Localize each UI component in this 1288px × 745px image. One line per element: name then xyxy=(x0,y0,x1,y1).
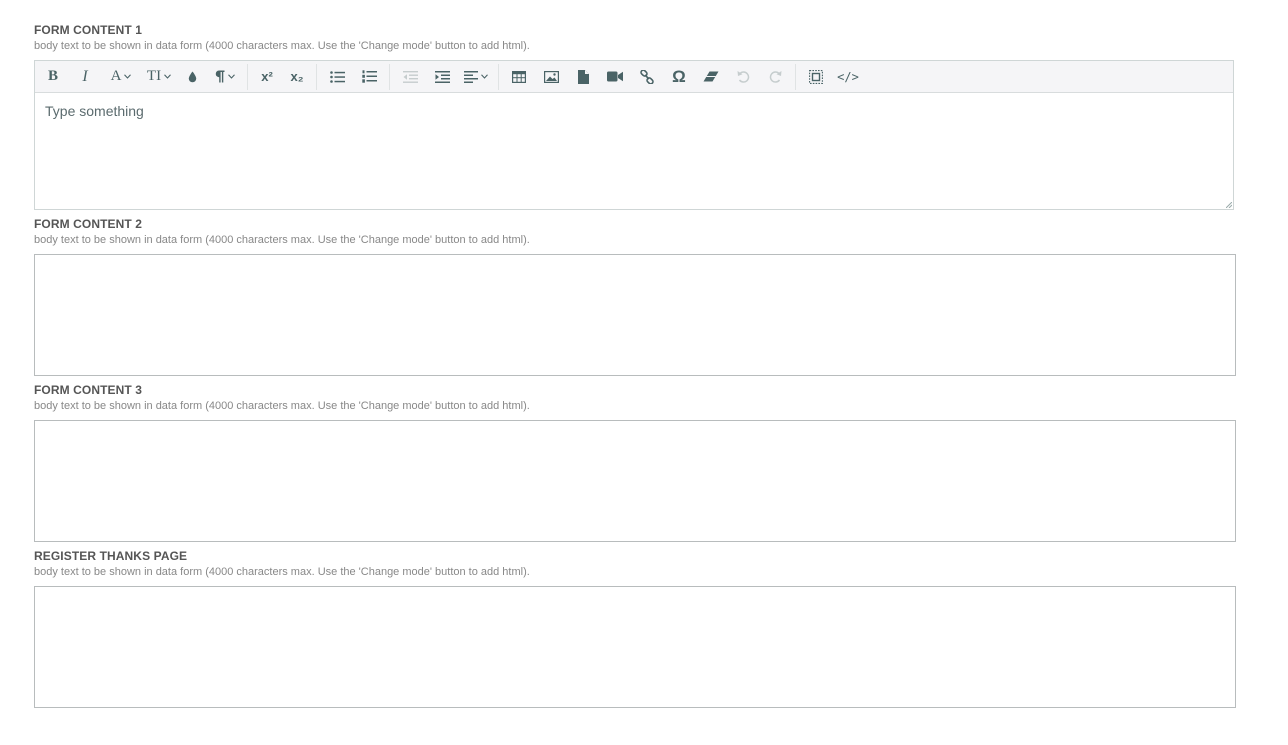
form-content-3-header: FORM CONTENT 3 body text to be shown in … xyxy=(34,383,530,413)
bold-button[interactable]: B xyxy=(37,63,69,91)
text-color-button[interactable] xyxy=(177,63,207,91)
form-content-2-header: FORM CONTENT 2 body text to be shown in … xyxy=(34,217,530,247)
insert-video-button[interactable] xyxy=(599,63,631,91)
font-size-button[interactable]: TI xyxy=(141,63,177,91)
file-icon xyxy=(577,69,589,84)
register-thanks-page-textarea[interactable] xyxy=(34,586,1236,708)
field-label: REGISTER THANKS PAGE xyxy=(34,549,188,563)
field-label: FORM CONTENT 2 xyxy=(34,217,143,231)
field-help-text: body text to be shown in data form (4000… xyxy=(34,566,530,578)
italic-button[interactable]: I xyxy=(69,63,101,91)
form-content-3-textarea[interactable] xyxy=(34,420,1236,542)
subscript-button[interactable]: x₂ xyxy=(282,63,312,91)
form-content-2-textarea[interactable] xyxy=(34,254,1236,376)
font-family-icon: A xyxy=(110,68,122,84)
redo-icon xyxy=(769,71,781,83)
unordered-list-button[interactable] xyxy=(321,63,353,91)
bold-icon: B xyxy=(47,68,58,84)
chevron-down-icon xyxy=(124,74,132,79)
field-help-text: body text to be shown in data form (4000… xyxy=(34,40,530,52)
form-content-1-header: FORM CONTENT 1 body text to be shown in … xyxy=(34,23,530,53)
field-help-text: body text to be shown in data form (4000… xyxy=(34,234,530,246)
paragraph-style-button[interactable] xyxy=(207,63,243,91)
outdent-button[interactable] xyxy=(394,63,426,91)
chevron-down-icon xyxy=(164,74,171,79)
indent-button[interactable] xyxy=(426,63,458,91)
align-left-icon xyxy=(464,70,478,83)
toolbar-separator xyxy=(498,63,499,90)
resize-handle-icon[interactable] xyxy=(1226,202,1232,208)
code-icon: </> xyxy=(837,69,859,84)
special-characters-button[interactable]: Ω xyxy=(663,63,695,91)
editor-content-area[interactable]: Type something xyxy=(35,93,1233,207)
editor-placeholder: Type something xyxy=(45,103,144,119)
rich-text-editor: B I A TI x² x₂ Ω </> Type something xyxy=(34,60,1234,210)
font-size-icon: TI xyxy=(146,68,162,84)
image-icon xyxy=(543,70,559,83)
register-thanks-page-header: REGISTER THANKS PAGE body text to be sho… xyxy=(34,549,530,579)
table-icon xyxy=(512,70,526,83)
editor-toolbar: B I A TI x² x₂ Ω </> xyxy=(35,61,1233,93)
color-drop-icon xyxy=(188,71,196,82)
undo-icon xyxy=(737,71,749,83)
indent-icon xyxy=(434,70,450,83)
bullet-list-icon xyxy=(329,70,345,83)
numbered-list-icon xyxy=(361,70,377,83)
toolbar-separator xyxy=(247,63,248,90)
video-camera-icon xyxy=(607,71,623,82)
paragraph-icon xyxy=(215,70,225,83)
omega-icon: Ω xyxy=(672,66,686,86)
field-label: FORM CONTENT 1 xyxy=(34,23,143,37)
insert-table-button[interactable] xyxy=(503,63,535,91)
font-family-button[interactable]: A xyxy=(101,63,141,91)
clear-formatting-button[interactable] xyxy=(695,63,727,91)
subscript-icon: x₂ xyxy=(290,69,304,84)
field-label: FORM CONTENT 3 xyxy=(34,383,143,397)
superscript-icon: x² xyxy=(261,69,273,84)
undo-button[interactable] xyxy=(727,63,759,91)
insert-link-button[interactable] xyxy=(631,63,663,91)
align-button[interactable] xyxy=(458,63,494,91)
insert-file-button[interactable] xyxy=(567,63,599,91)
ordered-list-button[interactable] xyxy=(353,63,385,91)
toolbar-separator xyxy=(389,63,390,90)
insert-image-button[interactable] xyxy=(535,63,567,91)
redo-button[interactable] xyxy=(759,63,791,91)
italic-icon: I xyxy=(82,67,88,85)
chevron-down-icon xyxy=(481,74,488,79)
chevron-down-icon xyxy=(228,74,235,79)
link-icon xyxy=(640,69,654,84)
code-view-button[interactable]: </> xyxy=(832,63,864,91)
superscript-button[interactable]: x² xyxy=(252,63,282,91)
outdent-icon xyxy=(402,70,418,83)
field-help-text: body text to be shown in data form (4000… xyxy=(34,400,530,412)
toolbar-separator xyxy=(316,63,317,90)
fullscreen-icon xyxy=(809,69,823,84)
eraser-icon xyxy=(703,71,719,82)
toolbar-separator xyxy=(795,63,796,90)
page: FORM CONTENT 1 body text to be shown in … xyxy=(0,0,1288,745)
fullscreen-button[interactable] xyxy=(800,63,832,91)
